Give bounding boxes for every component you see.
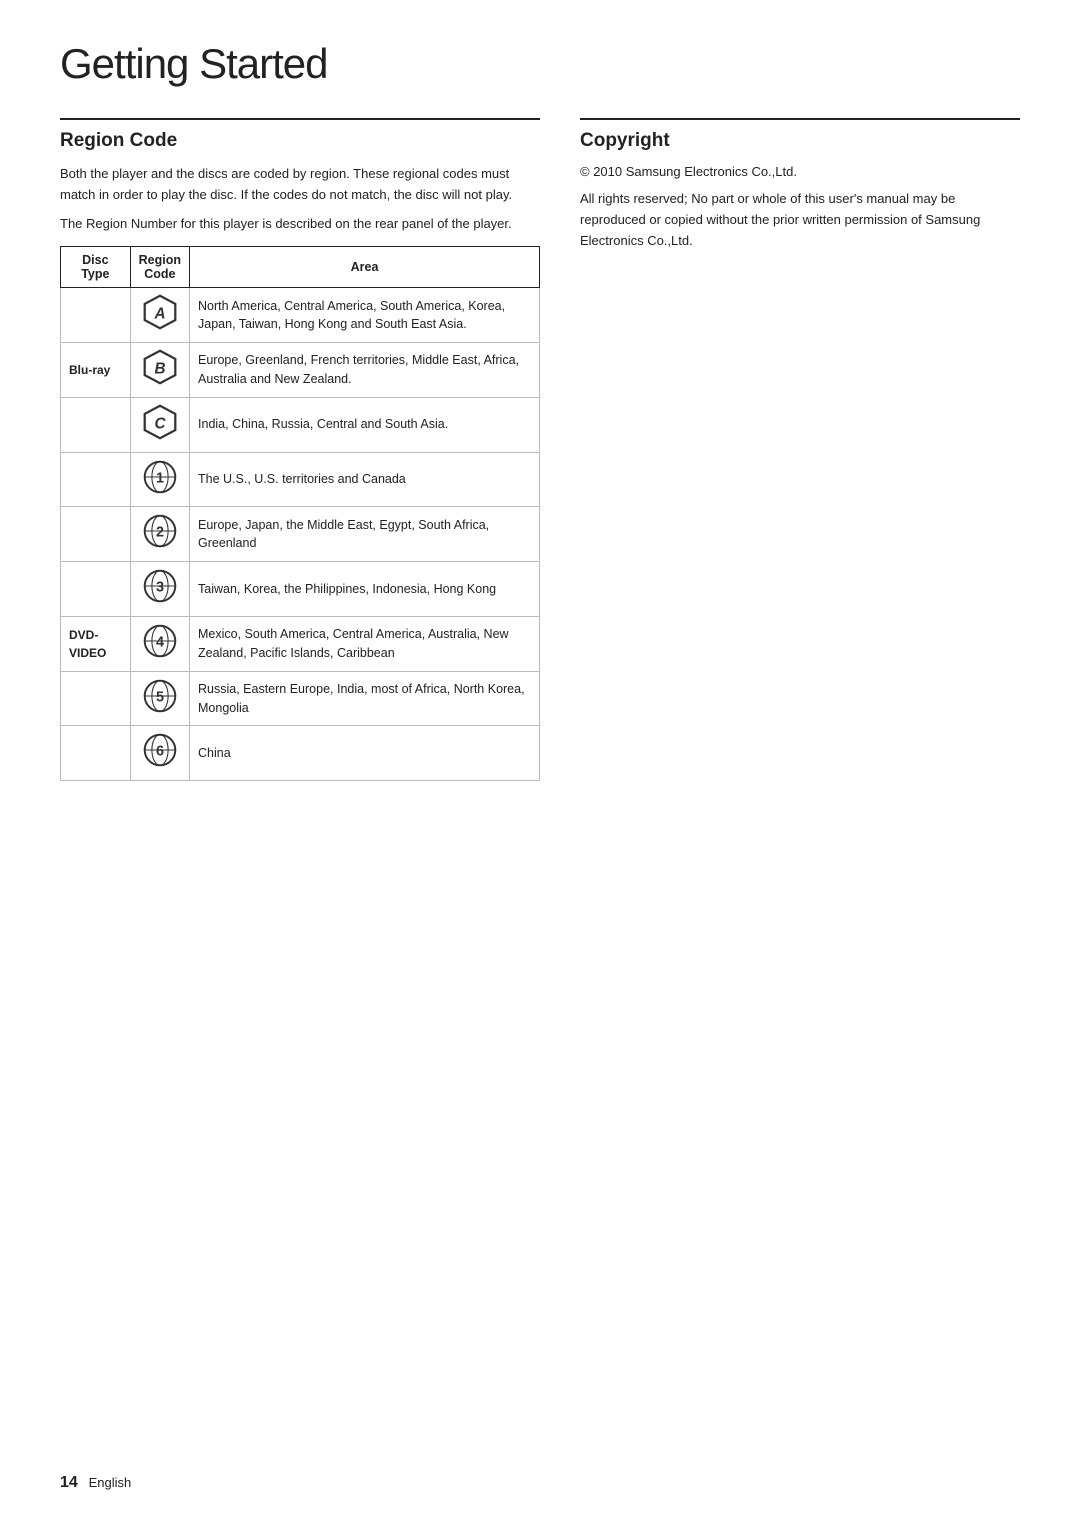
svg-text:6: 6 bbox=[156, 744, 164, 760]
region-icon-cell: 5 bbox=[130, 671, 189, 726]
page-number: 14 bbox=[60, 1474, 78, 1491]
region-B-icon: B bbox=[142, 349, 178, 385]
disc-type-cell bbox=[61, 562, 131, 617]
region-3-icon: 3 bbox=[142, 568, 178, 604]
svg-text:B: B bbox=[154, 360, 165, 377]
region-4-icon: 4 bbox=[142, 623, 178, 659]
svg-text:C: C bbox=[154, 415, 166, 432]
table-row: Blu-ray B Europe, Greenland, French terr… bbox=[61, 343, 540, 398]
region-5-icon: 5 bbox=[142, 678, 178, 714]
page-footer: 14 English bbox=[60, 1474, 131, 1492]
region-6-icon: 6 bbox=[142, 732, 178, 768]
col-area: Area bbox=[190, 247, 540, 288]
disc-type-cell bbox=[61, 507, 131, 562]
region-icon-cell: 6 bbox=[130, 726, 189, 781]
disc-type-cell: Blu-ray bbox=[61, 343, 131, 398]
region-icon-cell: 3 bbox=[130, 562, 189, 617]
region-code-heading: Region Code bbox=[60, 118, 540, 152]
area-cell: India, China, Russia, Central and South … bbox=[190, 397, 540, 452]
col-region-code: RegionCode bbox=[130, 247, 189, 288]
region-intro-1: Both the player and the discs are coded … bbox=[60, 164, 540, 206]
region-1-icon: 1 bbox=[142, 459, 178, 495]
page-title: Getting Started bbox=[60, 40, 1020, 88]
area-cell: Mexico, South America, Central America, … bbox=[190, 616, 540, 671]
table-row: C India, China, Russia, Central and Sout… bbox=[61, 397, 540, 452]
region-icon-cell: A bbox=[130, 288, 189, 343]
table-row: 2 Europe, Japan, the Middle East, Egypt,… bbox=[61, 507, 540, 562]
table-row: 5 Russia, Eastern Europe, India, most of… bbox=[61, 671, 540, 726]
table-row: 3 Taiwan, Korea, the Philippines, Indone… bbox=[61, 562, 540, 617]
disc-type-cell bbox=[61, 726, 131, 781]
copyright-body: All rights reserved; No part or whole of… bbox=[580, 189, 1020, 251]
copyright-heading: Copyright bbox=[580, 130, 1020, 152]
region-2-icon: 2 bbox=[142, 513, 178, 549]
language-label: English bbox=[89, 1475, 132, 1490]
region-icon-cell: C bbox=[130, 397, 189, 452]
region-table: Disc Type RegionCode Area A North Americ… bbox=[60, 246, 540, 781]
region-icon-cell: 2 bbox=[130, 507, 189, 562]
region-icon-cell: B bbox=[130, 343, 189, 398]
table-row: 1 The U.S., U.S. territories and Canada bbox=[61, 452, 540, 507]
area-cell: Taiwan, Korea, the Philippines, Indonesi… bbox=[190, 562, 540, 617]
disc-type-cell bbox=[61, 452, 131, 507]
area-cell: Russia, Eastern Europe, India, most of A… bbox=[190, 671, 540, 726]
area-cell: The U.S., U.S. territories and Canada bbox=[190, 452, 540, 507]
disc-type-cell bbox=[61, 397, 131, 452]
area-cell: Europe, Greenland, French territories, M… bbox=[190, 343, 540, 398]
table-row: A North America, Central America, South … bbox=[61, 288, 540, 343]
col-disc-type: Disc Type bbox=[61, 247, 131, 288]
table-row: DVD-VIDEO 4 Mexico, South America, Centr… bbox=[61, 616, 540, 671]
svg-text:3: 3 bbox=[156, 580, 164, 596]
region-A-icon: A bbox=[142, 294, 178, 330]
disc-type-cell: DVD-VIDEO bbox=[61, 616, 131, 671]
svg-text:A: A bbox=[153, 306, 165, 323]
area-cell: Europe, Japan, the Middle East, Egypt, S… bbox=[190, 507, 540, 562]
region-code-section: Region Code Both the player and the disc… bbox=[60, 118, 540, 781]
area-cell: North America, Central America, South Am… bbox=[190, 288, 540, 343]
region-icon-cell: 1 bbox=[130, 452, 189, 507]
svg-text:5: 5 bbox=[156, 689, 164, 705]
svg-text:4: 4 bbox=[156, 634, 164, 650]
table-row: 6 China bbox=[61, 726, 540, 781]
copyright-year: © 2010 Samsung Electronics Co.,Ltd. bbox=[580, 164, 1020, 179]
disc-type-cell bbox=[61, 671, 131, 726]
region-icon-cell: 4 bbox=[130, 616, 189, 671]
svg-text:1: 1 bbox=[156, 470, 164, 486]
region-C-icon: C bbox=[142, 404, 178, 440]
copyright-section: Copyright © 2010 Samsung Electronics Co.… bbox=[580, 118, 1020, 251]
area-cell: China bbox=[190, 726, 540, 781]
svg-text:2: 2 bbox=[156, 525, 164, 541]
region-intro-2: The Region Number for this player is des… bbox=[60, 214, 540, 235]
disc-type-cell bbox=[61, 288, 131, 343]
